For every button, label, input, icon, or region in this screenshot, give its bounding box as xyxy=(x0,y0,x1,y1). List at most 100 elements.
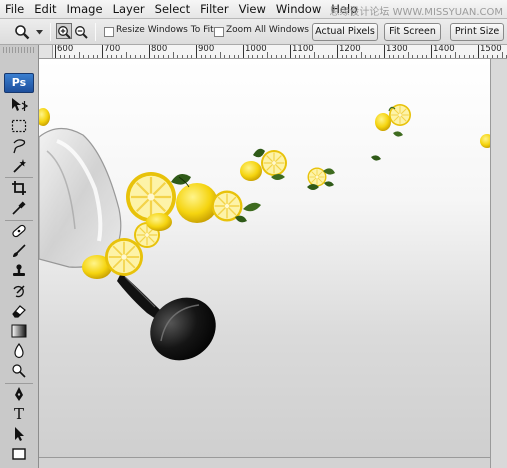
ruler-minor-tick xyxy=(120,55,122,58)
ruler-minor-tick xyxy=(402,55,404,58)
ruler-minor-tick xyxy=(426,55,428,58)
marquee-tool[interactable] xyxy=(8,117,30,135)
ruler-minor-tick xyxy=(257,55,259,58)
path-selection-tool[interactable] xyxy=(8,425,30,443)
ruler-minor-tick xyxy=(271,55,273,58)
ruler-minor-tick xyxy=(407,52,409,58)
healing-brush-tool[interactable] xyxy=(8,222,30,240)
menu-image[interactable]: Image xyxy=(62,0,108,19)
clone-stamp-icon xyxy=(13,264,25,276)
ruler-minor-tick xyxy=(332,55,334,58)
gradient-tool[interactable] xyxy=(8,322,30,340)
eyedropper-tool[interactable] xyxy=(8,199,30,217)
menu-filter[interactable]: Filter xyxy=(195,0,233,19)
ruler-minor-tick xyxy=(261,55,263,58)
type-icon: T xyxy=(13,405,24,423)
ruler-minor-tick xyxy=(163,55,165,58)
ruler-tick xyxy=(290,45,291,58)
ruler-minor-tick xyxy=(463,55,465,58)
clone-stamp-tool[interactable] xyxy=(8,262,30,280)
brush-tool[interactable] xyxy=(8,242,30,260)
ruler-minor-tick xyxy=(233,55,235,58)
menu-bar: File Edit Image Layer Select Filter View… xyxy=(0,0,507,19)
photoshop-window: File Edit Image Layer Select Filter View… xyxy=(0,0,507,468)
healing-brush-icon xyxy=(12,224,26,238)
horizontal-scrollbar[interactable] xyxy=(39,457,490,468)
ruler-minor-tick xyxy=(398,55,400,58)
horizontal-ruler[interactable]: 6007008009001000110012001300140015001600 xyxy=(39,45,507,59)
menu-view[interactable]: View xyxy=(234,0,271,19)
rectangle-tool[interactable] xyxy=(8,445,30,463)
ruler-tick-label: 800 xyxy=(151,45,168,54)
ruler-minor-tick xyxy=(200,55,202,58)
vertical-scrollbar[interactable] xyxy=(490,59,507,468)
ruler-minor-tick xyxy=(177,55,179,58)
menu-edit[interactable]: Edit xyxy=(29,0,61,19)
pen-icon xyxy=(15,387,23,401)
ruler-minor-tick xyxy=(369,55,371,58)
magic-wand-tool[interactable] xyxy=(8,157,30,175)
history-brush-tool[interactable] xyxy=(8,282,30,300)
type-tool[interactable]: T xyxy=(8,405,30,423)
lasso-icon xyxy=(13,139,26,154)
ruler-minor-tick xyxy=(388,55,390,58)
path-selection-icon xyxy=(15,427,24,441)
ruler-minor-tick xyxy=(97,55,99,58)
ruler-minor-tick xyxy=(346,55,348,58)
tools-panel: Ps T xyxy=(0,45,39,468)
ruler-tick xyxy=(478,45,479,58)
zoom-all-windows-checkbox[interactable] xyxy=(214,27,224,37)
eraser-tool[interactable] xyxy=(8,302,30,320)
move-icon xyxy=(12,98,28,111)
ruler-minor-tick xyxy=(191,55,193,58)
menu-window[interactable]: Window xyxy=(271,0,326,19)
ruler-minor-tick xyxy=(351,55,353,58)
ruler-minor-tick xyxy=(238,55,240,58)
lasso-tool[interactable] xyxy=(8,137,30,155)
dodge-tool[interactable] xyxy=(8,362,30,380)
menu-file[interactable]: File xyxy=(0,0,29,19)
ruler-minor-tick xyxy=(186,55,188,58)
ruler-minor-tick xyxy=(172,52,174,58)
ruler-tick-label: 700 xyxy=(104,45,121,54)
marquee-icon xyxy=(11,119,27,133)
menu-layer[interactable]: Layer xyxy=(108,0,150,19)
ruler-minor-tick xyxy=(473,55,475,58)
ruler-minor-tick xyxy=(496,55,498,58)
blur-tool[interactable] xyxy=(8,342,30,360)
ruler-minor-tick xyxy=(59,55,61,58)
print-size-button[interactable]: Print Size xyxy=(450,23,504,41)
ruler-tick-label: 1300 xyxy=(386,45,408,54)
ruler-minor-tick xyxy=(219,52,221,58)
ps-logo: Ps xyxy=(4,73,34,93)
dodge-icon xyxy=(12,364,26,378)
fit-screen-button[interactable]: Fit Screen xyxy=(384,23,441,41)
zoom-out-button[interactable] xyxy=(73,23,89,39)
options-divider xyxy=(50,23,51,41)
lemon-group-middle xyxy=(240,148,381,190)
document-window xyxy=(39,59,507,468)
ruler-tick xyxy=(55,45,56,58)
ruler-minor-tick xyxy=(139,55,141,58)
panel-grip[interactable] xyxy=(3,47,34,53)
options-bar: Resize Windows To Fit Zoom All Windows A… xyxy=(0,19,507,45)
zoom-all-windows-label: Zoom All Windows xyxy=(226,25,309,35)
resize-windows-checkbox[interactable] xyxy=(104,27,114,37)
pen-tool[interactable] xyxy=(8,385,30,403)
document-canvas[interactable] xyxy=(39,59,490,457)
move-tool[interactable] xyxy=(8,96,30,114)
ruler-minor-tick xyxy=(181,55,183,58)
actual-pixels-button[interactable]: Actual Pixels xyxy=(312,23,378,41)
zoom-in-button[interactable] xyxy=(56,23,72,39)
ruler-minor-tick xyxy=(360,52,362,58)
ruler-minor-tick xyxy=(313,52,315,58)
ruler-minor-tick xyxy=(341,55,343,58)
ruler-minor-tick xyxy=(144,55,146,58)
crop-tool[interactable] xyxy=(8,179,30,197)
rectangle-icon xyxy=(12,448,26,460)
ruler-minor-tick xyxy=(130,55,132,58)
menu-select[interactable]: Select xyxy=(150,0,195,19)
ruler-tick-label: 1200 xyxy=(339,45,361,54)
ruler-minor-tick xyxy=(365,55,367,58)
tool-preset-picker[interactable] xyxy=(12,23,44,41)
